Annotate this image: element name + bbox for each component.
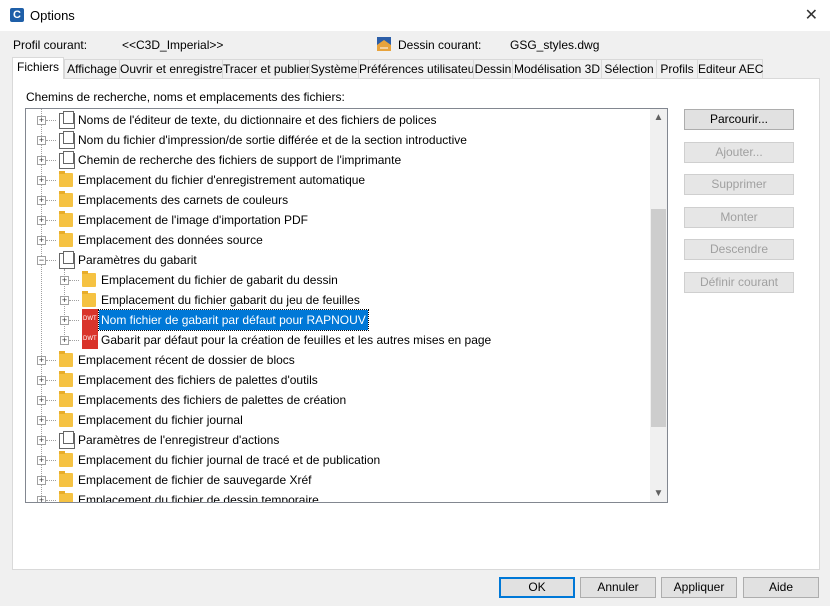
cancel-button[interactable]: Annuler bbox=[580, 577, 656, 598]
app-icon: C bbox=[10, 8, 24, 22]
tab-preferences[interactable]: Préférences utilisateur bbox=[358, 59, 478, 78]
browse-button[interactable]: Parcourir... bbox=[684, 109, 794, 130]
profile-value: <<C3D_Imperial>> bbox=[122, 38, 224, 52]
folder-icon bbox=[82, 271, 96, 287]
tab-tracer-publier[interactable]: Tracer et publier bbox=[222, 59, 310, 78]
tree-item-label: Emplacement du fichier de dessin tempora… bbox=[78, 493, 319, 503]
remove-button[interactable]: Supprimer bbox=[684, 174, 794, 195]
collapse-icon[interactable]: − bbox=[37, 256, 46, 265]
file-stack-icon bbox=[59, 431, 75, 449]
tree-item-label: Emplacement des données source bbox=[78, 233, 263, 247]
move-up-button[interactable]: Monter bbox=[684, 207, 794, 228]
tree-item-label: Noms de l'éditeur de texte, du dictionna… bbox=[78, 113, 437, 127]
section-label: Chemins de recherche, noms et emplacemen… bbox=[26, 90, 345, 104]
drawing-label: Dessin courant: bbox=[398, 38, 482, 52]
tree-item-label: Nom du fichier d'impression/de sortie di… bbox=[78, 133, 467, 147]
set-current-button[interactable]: Définir courant bbox=[684, 272, 794, 293]
tree-item-label: Paramètres du gabarit bbox=[78, 253, 197, 267]
tab-ouvrir-enregistrer[interactable]: Ouvrir et enregistrer bbox=[119, 59, 227, 78]
expand-icon[interactable]: + bbox=[37, 136, 46, 145]
tree-item-label: Emplacement de fichier de sauvegarde Xré… bbox=[78, 473, 312, 487]
drawing-icon bbox=[376, 36, 392, 52]
tree-item-label: Emplacement de l'image d'importation PDF bbox=[78, 213, 309, 227]
folder-icon bbox=[59, 411, 73, 427]
tab-dessin[interactable]: Dessin bbox=[473, 59, 513, 78]
file-stack-icon bbox=[59, 131, 75, 149]
file-paths-tree[interactable]: + Noms de l'éditeur de texte, du diction… bbox=[25, 108, 668, 503]
add-button[interactable]: Ajouter... bbox=[684, 142, 794, 163]
expand-icon[interactable]: + bbox=[37, 476, 46, 485]
expand-icon[interactable]: + bbox=[37, 456, 46, 465]
file-stack-icon bbox=[59, 151, 75, 169]
scroll-up-icon[interactable]: ▲ bbox=[650, 109, 667, 126]
ok-button[interactable]: OK bbox=[499, 577, 575, 598]
apply-button[interactable]: Appliquer bbox=[661, 577, 737, 598]
tree-item-label: Emplacement du fichier gabarit du jeu de… bbox=[101, 293, 360, 307]
expand-icon[interactable]: + bbox=[37, 496, 46, 502]
file-stack-icon bbox=[59, 111, 75, 129]
tree-item-label: Emplacement du fichier de gabarit du des… bbox=[101, 273, 338, 287]
expand-icon[interactable]: + bbox=[60, 276, 69, 285]
expand-icon[interactable]: + bbox=[37, 196, 46, 205]
tab-fichiers[interactable]: Fichiers bbox=[12, 57, 64, 79]
folder-icon bbox=[59, 491, 73, 502]
tree-item-label: Emplacements des carnets de couleurs bbox=[78, 193, 289, 207]
tree-item-label: Nom fichier de gabarit par défaut pour R… bbox=[98, 309, 369, 331]
expand-icon[interactable]: + bbox=[60, 296, 69, 305]
expand-icon[interactable]: + bbox=[37, 396, 46, 405]
folder-icon bbox=[59, 371, 73, 387]
expand-icon[interactable]: + bbox=[37, 376, 46, 385]
tree-item-label: Gabarit par défaut pour la création de f… bbox=[101, 333, 492, 347]
scroll-thumb[interactable] bbox=[651, 209, 666, 427]
expand-icon[interactable]: + bbox=[37, 216, 46, 225]
help-button[interactable]: Aide bbox=[743, 577, 819, 598]
expand-icon[interactable]: + bbox=[37, 116, 46, 125]
folder-icon bbox=[59, 211, 73, 227]
folder-icon bbox=[82, 291, 96, 307]
title-bar: C Options ✕ bbox=[0, 0, 830, 31]
scroll-down-icon[interactable]: ▼ bbox=[650, 485, 667, 502]
tree-item-label: Emplacement récent de dossier de blocs bbox=[78, 353, 295, 367]
tree-item-label: Chemin de recherche des fichiers de supp… bbox=[78, 153, 402, 167]
tab-selection[interactable]: Sélection bbox=[601, 59, 657, 78]
folder-icon bbox=[59, 391, 73, 407]
template-settings-icon bbox=[59, 251, 75, 269]
close-icon[interactable]: ✕ bbox=[805, 5, 818, 25]
dwt-file-icon bbox=[82, 309, 98, 329]
expand-icon[interactable]: + bbox=[37, 176, 46, 185]
expand-icon[interactable]: + bbox=[60, 336, 69, 345]
expand-icon[interactable]: + bbox=[37, 156, 46, 165]
folder-icon bbox=[59, 451, 73, 467]
expand-icon[interactable]: + bbox=[37, 416, 46, 425]
tab-modelisation-3d[interactable]: Modélisation 3D bbox=[512, 59, 602, 78]
tree-item-label: Emplacements des fichiers de palettes de… bbox=[78, 393, 347, 407]
tree-item-label: Paramètres de l'enregistreur d'actions bbox=[78, 433, 280, 447]
profile-label: Profil courant: bbox=[13, 38, 88, 52]
folder-icon bbox=[59, 351, 73, 367]
folder-icon bbox=[59, 191, 73, 207]
dwt-file-icon bbox=[82, 329, 98, 349]
expand-icon[interactable]: + bbox=[37, 356, 46, 365]
vertical-scrollbar[interactable]: ▲ ▼ bbox=[650, 109, 667, 502]
expand-icon[interactable]: + bbox=[37, 436, 46, 445]
tree-item-label: Emplacement du fichier journal bbox=[78, 413, 243, 427]
tree-item-label: Emplacement du fichier journal de tracé … bbox=[78, 453, 381, 467]
expand-icon[interactable]: + bbox=[37, 236, 46, 245]
move-down-button[interactable]: Descendre bbox=[684, 239, 794, 260]
tab-profils[interactable]: Profils bbox=[656, 59, 698, 78]
tab-affichage[interactable]: Affichage bbox=[64, 59, 120, 78]
tree-item-label: Emplacement du fichier d'enregistrement … bbox=[78, 173, 366, 187]
window-title: Options bbox=[30, 8, 75, 23]
tree-item-label: Emplacement des fichiers de palettes d'o… bbox=[78, 373, 318, 387]
folder-icon bbox=[59, 231, 73, 247]
expand-icon[interactable]: + bbox=[60, 316, 69, 325]
tab-editeur-aec[interactable]: Editeur AEC bbox=[697, 59, 763, 78]
drawing-value: GSG_styles.dwg bbox=[510, 38, 600, 52]
folder-icon bbox=[59, 171, 73, 187]
folder-icon bbox=[59, 471, 73, 487]
tab-systeme[interactable]: Système bbox=[309, 59, 359, 78]
